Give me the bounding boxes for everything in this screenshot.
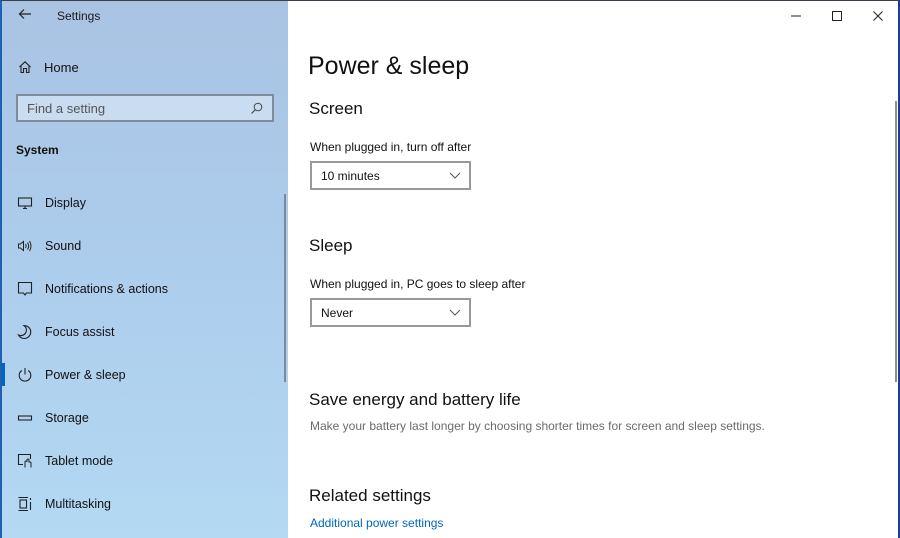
power-icon	[16, 366, 34, 384]
related-settings-heading: Related settings	[309, 486, 431, 505]
sidebar-scrollbar[interactable]	[284, 194, 286, 382]
save-energy-heading: Save energy and battery life	[309, 390, 521, 409]
minimize-icon	[790, 15, 801, 17]
sleep-timeout-value: Never	[321, 305, 354, 320]
screen-plugged-label: When plugged in, turn off after	[310, 140, 472, 154]
sidebar-item-label: Storage	[45, 410, 89, 425]
sidebar-item-sound[interactable]: Sound	[2, 224, 284, 267]
sidebar-item-label: Power & sleep	[45, 367, 126, 382]
sidebar-item-label: Sound	[45, 238, 82, 253]
sleep-heading: Sleep	[309, 236, 353, 255]
moon-icon	[16, 323, 34, 341]
storage-icon	[16, 409, 34, 427]
sidebar-item-power-sleep[interactable]: Power & sleep	[2, 353, 284, 396]
monitor-icon	[16, 194, 34, 212]
main-content: Power & sleep Screen When plugged in, tu…	[288, 1, 898, 538]
sidebar-item-tablet-mode[interactable]: Tablet mode	[2, 439, 284, 482]
tablet-mode-icon	[16, 452, 34, 470]
page-title: Power & sleep	[308, 52, 470, 80]
multitasking-icon	[16, 495, 34, 513]
close-button[interactable]	[857, 1, 898, 31]
main-scrollbar[interactable]	[895, 101, 897, 382]
app-title: Settings	[57, 9, 101, 23]
speaker-icon	[16, 237, 34, 255]
sidebar-item-storage[interactable]: Storage	[2, 396, 284, 439]
maximize-button[interactable]	[816, 1, 857, 31]
sidebar-item-home[interactable]: Home	[2, 53, 282, 81]
sidebar: Settings Home System	[2, 1, 288, 538]
sidebar-item-display[interactable]: Display	[2, 181, 284, 224]
search-icon[interactable]	[246, 102, 266, 115]
screen-timeout-dropdown[interactable]: 10 minutes	[310, 161, 471, 190]
additional-power-settings-link[interactable]: Additional power settings	[310, 516, 443, 530]
close-icon	[872, 11, 883, 21]
home-label: Home	[44, 59, 79, 75]
sidebar-item-label: Multitasking	[45, 496, 111, 511]
sidebar-item-multitasking[interactable]: Multitasking	[2, 482, 284, 525]
window-controls	[775, 1, 898, 31]
search-box[interactable]	[16, 94, 274, 122]
chevron-down-icon	[449, 309, 461, 316]
title-bar: Settings	[2, 1, 288, 33]
sidebar-item-label: Focus assist	[45, 324, 115, 339]
sleep-timeout-dropdown[interactable]: Never	[310, 298, 471, 327]
settings-window: Settings Home System	[0, 0, 900, 538]
sidebar-item-label: Tablet mode	[45, 453, 114, 468]
screen-timeout-value: 10 minutes	[321, 168, 380, 183]
sleep-plugged-label: When plugged in, PC goes to sleep after	[310, 277, 526, 291]
save-energy-description: Make your battery last longer by choosin…	[310, 419, 765, 433]
sidebar-item-label: Notifications & actions	[45, 281, 168, 296]
sidebar-item-notifications[interactable]: Notifications & actions	[2, 267, 284, 310]
notification-icon	[16, 280, 34, 298]
sidebar-item-label: Display	[45, 195, 86, 210]
sidebar-nav: Display Sound Notifications & actions Fo…	[2, 181, 284, 525]
sidebar-item-focus-assist[interactable]: Focus assist	[2, 310, 284, 353]
section-label-system: System	[16, 143, 59, 157]
back-button[interactable]	[14, 6, 36, 26]
home-icon	[16, 60, 34, 74]
chevron-down-icon	[449, 172, 461, 179]
search-input[interactable]	[18, 100, 246, 116]
maximize-icon	[831, 11, 842, 21]
screen-heading: Screen	[309, 99, 363, 118]
arrow-left-icon	[18, 9, 31, 19]
minimize-button[interactable]	[775, 1, 816, 31]
